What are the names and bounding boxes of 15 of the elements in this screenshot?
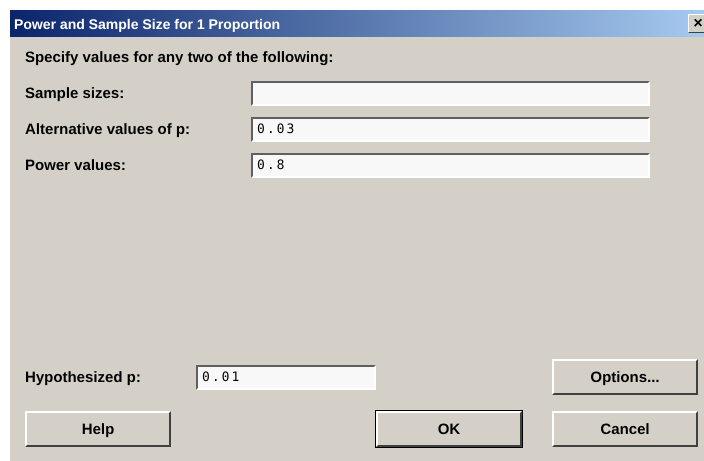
options-button[interactable]: Options... bbox=[552, 359, 698, 395]
dialog-button[interactable]: Cancel bbox=[552, 411, 698, 447]
close-button[interactable]: × bbox=[688, 14, 704, 33]
window-title: Power and Sample Size for 1 Proportion bbox=[14, 16, 282, 32]
field-label: Power values: bbox=[25, 156, 127, 174]
input-field[interactable]: 0.8 bbox=[251, 152, 650, 178]
field-label: Alternative values of p: bbox=[25, 120, 192, 138]
field-label: Sample sizes: bbox=[25, 84, 126, 102]
input-field[interactable] bbox=[251, 80, 650, 106]
input-field[interactable]: 0.03 bbox=[251, 116, 650, 142]
dialog-button[interactable]: Help bbox=[25, 411, 171, 447]
instruction-text: Specify values for any two of the following: bbox=[25, 49, 334, 68]
dialog-button[interactable]: OK bbox=[376, 411, 522, 447]
input-field[interactable]: 0.01 bbox=[196, 364, 376, 390]
field-label: Hypothesized p: bbox=[25, 368, 142, 386]
